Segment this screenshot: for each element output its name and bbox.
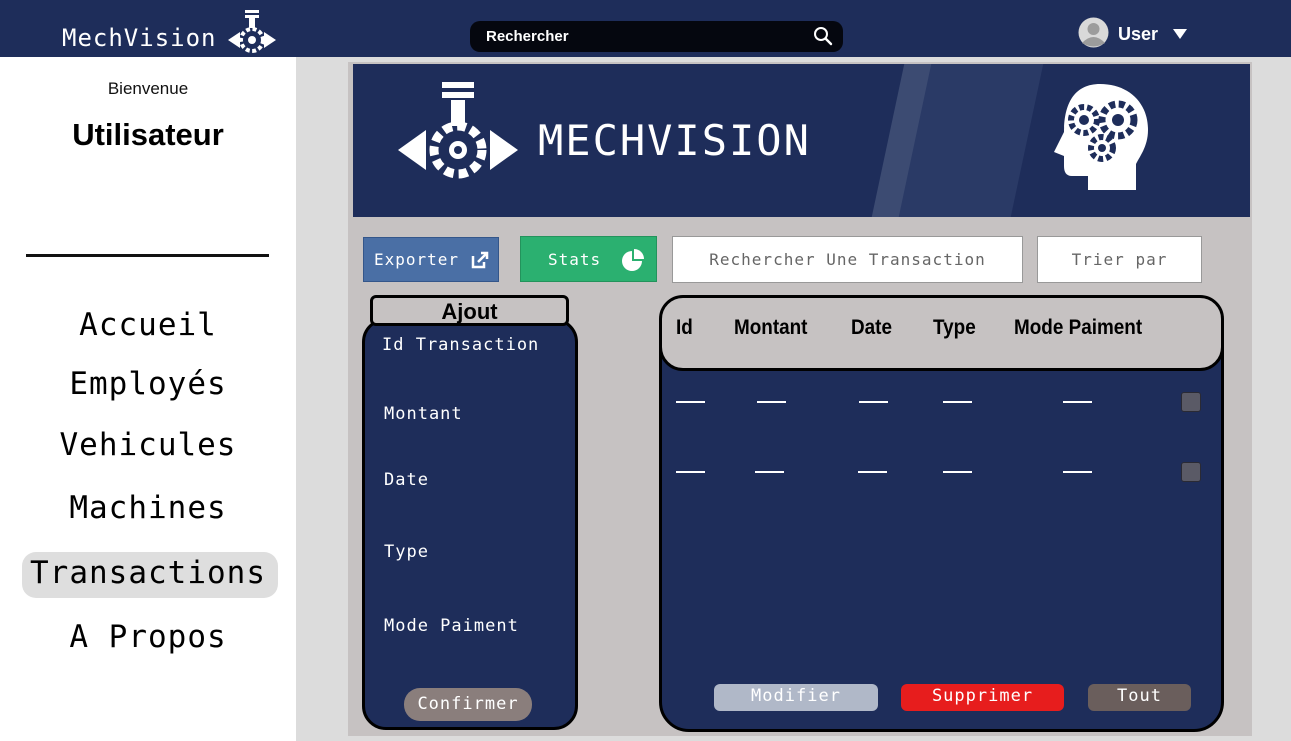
field-label-date[interactable]: Date	[384, 470, 429, 490]
sidebar-item-transactions[interactable]: Transactions	[0, 555, 296, 591]
export-button[interactable]: Exporter	[363, 237, 499, 282]
pie-chart-icon	[622, 249, 644, 271]
search-icon[interactable]	[813, 26, 833, 46]
mechvision-logo-icon	[398, 82, 518, 179]
table-cell	[1063, 471, 1092, 473]
export-icon	[471, 251, 489, 269]
column-header-id: Id	[676, 316, 693, 339]
delete-button[interactable]: Supprimer	[901, 684, 1064, 711]
modify-button[interactable]: Modifier	[714, 684, 878, 711]
table-cell	[676, 401, 705, 403]
chevron-down-icon[interactable]	[1172, 28, 1188, 40]
sidebar-item-accueil[interactable]: Accueil	[0, 307, 296, 343]
stats-button[interactable]: Stats	[520, 236, 657, 282]
table-cell	[755, 471, 784, 473]
brand-name: MechVision	[62, 24, 217, 52]
field-label-mode-paiment[interactable]: Mode Paiment	[384, 616, 519, 636]
stats-label: Stats	[548, 250, 602, 269]
column-header-date: Date	[851, 316, 892, 339]
table-cell	[859, 401, 888, 403]
field-label-type[interactable]: Type	[384, 542, 429, 562]
head-gears-icon	[1054, 84, 1148, 190]
global-search-bar[interactable]: Rechercher	[470, 21, 843, 52]
form-title: Ajout	[370, 295, 569, 326]
row-checkbox[interactable]	[1181, 462, 1201, 482]
select-all-button[interactable]: Tout	[1088, 684, 1191, 711]
sort-dropdown[interactable]: Trier par	[1037, 236, 1202, 283]
row-checkbox[interactable]	[1181, 392, 1201, 412]
field-label-id[interactable]: Id Transaction	[382, 335, 539, 355]
mechvision-logo-icon	[228, 10, 276, 53]
search-label: Rechercher	[486, 28, 569, 45]
welcome-text: Bienvenue	[107, 79, 189, 98]
transaction-search-input[interactable]: Rechercher Une Transaction	[672, 236, 1023, 283]
user-label[interactable]: User	[1118, 24, 1158, 45]
export-label: Exporter	[374, 250, 460, 269]
sidebar-item-a-propos[interactable]: A Propos	[0, 619, 296, 655]
sidebar-item-vehicules[interactable]: Vehicules	[0, 427, 296, 463]
column-header-montant: Montant	[734, 316, 808, 339]
confirm-button[interactable]: Confirmer	[404, 688, 532, 721]
top-bar: MechVision Rechercher User	[0, 0, 1291, 57]
table-cell	[1063, 401, 1092, 403]
add-form-panel	[362, 318, 578, 730]
column-header-mode-paiment: Mode Paiment	[1014, 316, 1143, 339]
sidebar-item-employes[interactable]: Employés	[0, 366, 296, 402]
table-cell	[943, 401, 972, 403]
banner-title: MECHVISION	[538, 116, 811, 165]
sidebar: Bienvenue Utilisateur Accueil Employés V…	[0, 57, 296, 741]
table-cell	[757, 401, 786, 403]
username: Utilisateur	[72, 117, 224, 152]
table-cell	[858, 471, 887, 473]
column-header-type: Type	[933, 316, 976, 339]
sidebar-divider	[26, 254, 269, 257]
user-avatar-icon[interactable]	[1078, 17, 1109, 48]
table-cell	[943, 471, 972, 473]
table-cell	[676, 471, 705, 473]
sidebar-item-machines[interactable]: Machines	[0, 490, 296, 526]
field-label-montant[interactable]: Montant	[384, 404, 463, 424]
